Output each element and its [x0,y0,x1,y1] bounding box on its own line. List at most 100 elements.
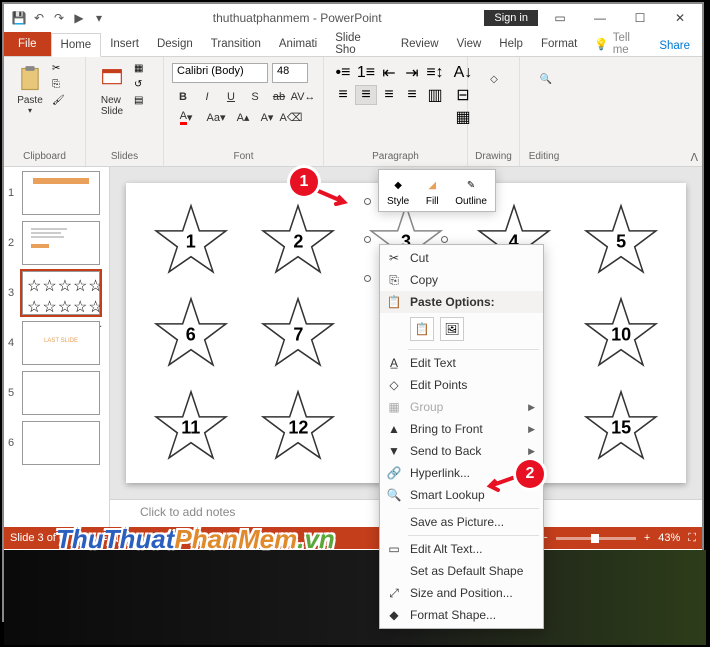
bullets-icon[interactable]: •≡ [332,63,354,83]
tab-insert[interactable]: Insert [101,32,148,56]
mini-toolbar: ◆Style ◢Fill ✎Outline [378,169,496,212]
font-size-select[interactable]: 48 [272,63,308,83]
tab-transitions[interactable]: Transition [202,32,270,56]
thumb-6[interactable] [22,421,100,465]
section-icon[interactable]: ▤ [134,95,152,109]
ctx-edit-points[interactable]: ◇Edit Points [380,374,543,396]
star-7[interactable]: 7 [260,295,336,371]
thumb-1[interactable] [22,171,100,215]
font-name-select[interactable]: Calibri (Body) [172,63,268,83]
line-spacing-icon[interactable]: ≡↕ [424,63,446,83]
tab-animations[interactable]: Animati [270,32,326,56]
ctx-send-back[interactable]: ▼Send to Back▶ [380,440,543,462]
paste-button[interactable]: Paste ▾ [12,63,48,117]
ctx-edit-text[interactable]: A̲Edit Text [380,352,543,374]
ctx-save-picture[interactable]: Save as Picture... [380,511,543,533]
paste-picture-icon[interactable]: 🖼 [440,317,464,341]
tab-design[interactable]: Design [148,32,202,56]
change-case-icon[interactable]: Aa▾ [202,107,230,127]
char-spacing-icon[interactable]: AV↔ [292,87,314,107]
justify-icon[interactable]: ≡ [401,85,423,105]
share-button[interactable]: Share [647,36,702,56]
zoom-slider[interactable] [556,537,636,540]
zoom-level[interactable]: 43% [658,532,680,544]
start-show-icon[interactable]: ▶ [72,11,86,25]
font-color-icon[interactable]: A▾ [172,107,200,127]
undo-icon[interactable]: ↶ [32,11,46,25]
fit-window-icon[interactable]: ⛶ [688,532,696,545]
align-left-icon[interactable]: ≡ [332,85,354,105]
decrease-indent-icon[interactable]: ⇤ [378,63,400,83]
minimize-icon[interactable]: — [582,7,618,29]
thumb-2[interactable] [22,221,100,265]
slide-thumbnails-panel[interactable]: 1 2 3 ☆☆☆☆☆☆☆☆☆☆☆☆☆☆☆ 4LAST SLIDE 5 6 [4,167,110,527]
paste-use-theme-icon[interactable]: 📋 [410,317,434,341]
grow-font-icon[interactable]: A▴ [232,107,254,127]
align-center-icon[interactable]: ≡ [355,85,377,105]
thumb-5[interactable] [22,371,100,415]
mini-outline-button[interactable]: ✎Outline [449,172,493,209]
ctx-copy[interactable]: ⎘Copy [380,269,543,291]
collapse-ribbon-icon[interactable]: ᐱ [690,151,698,164]
align-right-icon[interactable]: ≡ [378,85,400,105]
mini-style-button[interactable]: ◆Style [381,172,415,209]
tab-view[interactable]: View [448,32,491,56]
editing-button[interactable]: 🔍 [528,63,564,97]
callout-2: 2 [516,460,544,488]
redo-icon[interactable]: ↷ [52,11,66,25]
star-6[interactable]: 6 [153,295,229,371]
bold-button[interactable]: B [172,87,194,107]
star-12[interactable]: 12 [260,388,336,464]
drawing-button[interactable]: ◇ [476,63,512,97]
thumb-3[interactable]: ☆☆☆☆☆☆☆☆☆☆☆☆☆☆☆ [22,271,100,315]
group-clipboard: Paste ▾ ✂ ⎘ 🖌 Clipboard [4,57,86,166]
ctx-cut[interactable]: ✂Cut [380,247,543,269]
shadow-button[interactable]: S [244,87,266,107]
alt-text-icon: ▭ [386,541,402,557]
tell-me-search[interactable]: 💡Tell me [594,32,647,56]
font-label: Font [168,149,319,164]
paragraph-label: Paragraph [328,149,463,164]
reset-icon[interactable]: ↺ [134,79,152,93]
mini-fill-button[interactable]: ◢Fill [415,172,449,209]
tab-slideshow[interactable]: Slide Sho [326,32,392,56]
italic-button[interactable]: I [196,87,218,107]
format-painter-icon[interactable]: 🖌 [52,95,70,109]
numbering-icon[interactable]: 1≡ [355,63,377,83]
star-11[interactable]: 11 [153,388,229,464]
zoom-in-icon[interactable]: + [644,532,650,544]
star-2[interactable]: 2 [260,202,336,278]
ctx-default-shape[interactable]: Set as Default Shape [380,560,543,582]
maximize-icon[interactable]: ☐ [622,7,658,29]
tab-home[interactable]: Home [51,33,102,57]
clear-formatting-icon[interactable]: A⌫ [280,107,302,127]
save-icon[interactable]: 💾 [12,11,26,25]
file-tab[interactable]: File [4,32,51,56]
tab-help[interactable]: Help [490,32,532,56]
tab-format[interactable]: Format [532,32,586,56]
star-5[interactable]: 5 [583,202,659,278]
new-slide-button[interactable]: New Slide [94,63,130,119]
star-10[interactable]: 10 [583,295,659,371]
ribbon-display-icon[interactable]: ▭ [542,7,578,29]
strikethrough-button[interactable]: ab [268,87,290,107]
background-image [4,550,706,645]
tab-review[interactable]: Review [392,32,448,56]
star-1[interactable]: 1 [153,202,229,278]
ctx-alt-text[interactable]: ▭Edit Alt Text... [380,538,543,560]
columns-icon[interactable]: ▥ [424,85,446,105]
ctx-size-position[interactable]: ⤢Size and Position... [380,582,543,604]
ctx-format-shape[interactable]: ◆Format Shape... [380,604,543,626]
cut-icon[interactable]: ✂ [52,63,70,77]
underline-button[interactable]: U [220,87,242,107]
ctx-bring-front[interactable]: ▲Bring to Front▶ [380,418,543,440]
increase-indent-icon[interactable]: ⇥ [401,63,423,83]
signin-button[interactable]: Sign in [484,10,538,26]
thumb-4[interactable]: LAST SLIDE [22,321,100,365]
qat-customize-icon[interactable]: ▾ [92,11,106,25]
star-15[interactable]: 15 [583,388,659,464]
layout-icon[interactable]: ▦ [134,63,152,77]
copy-icon[interactable]: ⎘ [52,79,70,93]
shrink-font-icon[interactable]: A▾ [256,107,278,127]
close-icon[interactable]: ✕ [662,7,698,29]
